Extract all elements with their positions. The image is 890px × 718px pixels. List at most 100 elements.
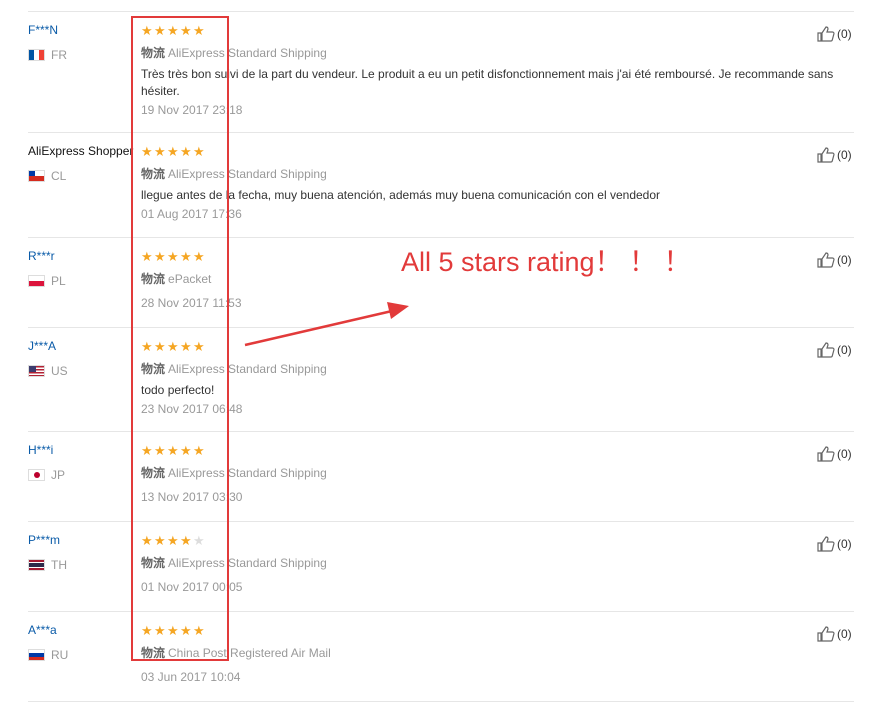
flag-pl-icon [28, 275, 45, 287]
star-filled-icon: ★ [154, 533, 166, 548]
star-filled-icon: ★ [141, 443, 153, 458]
star-filled-icon: ★ [167, 443, 179, 458]
star-filled-icon: ★ [180, 533, 192, 548]
reviewer-country: JP [28, 468, 65, 482]
reviewer-name[interactable]: F***N [28, 23, 58, 37]
shipping-name: AliExpress Standard Shipping [168, 167, 327, 181]
star-filled-icon: ★ [141, 623, 153, 638]
shipping-method: 物流 AliExpress Standard Shipping [141, 165, 327, 182]
star-filled-icon: ★ [141, 144, 153, 159]
helpful-button[interactable]: (0) [817, 252, 852, 268]
review-item: F***N FR ★ ★ ★ ★ ★ 物流 AliExpress Standard Shi… [28, 12, 854, 133]
helpful-count: (0) [837, 537, 852, 551]
star-filled-icon: ★ [167, 339, 179, 354]
star-filled-icon: ★ [141, 339, 153, 354]
review-date: 01 Aug 2017 17:36 [141, 207, 242, 221]
shipping-label: 物流 [141, 466, 166, 480]
shipping-name: China Post Registered Air Mail [168, 646, 331, 660]
review-text: Très très bon suivi de la part du vendeu… [141, 67, 834, 98]
star-filled-icon: ★ [193, 144, 205, 159]
country-code: PL [51, 274, 66, 288]
star-empty-icon: ★ [193, 533, 205, 548]
star-filled-icon: ★ [167, 249, 179, 264]
shipping-label: 物流 [141, 272, 166, 286]
shipping-name: AliExpress Standard Shipping [168, 46, 327, 60]
flag-th-icon [28, 559, 45, 571]
star-filled-icon: ★ [193, 23, 205, 38]
helpful-count: (0) [837, 343, 852, 357]
helpful-button[interactable]: (0) [817, 626, 852, 642]
star-filled-icon: ★ [193, 623, 205, 638]
helpful-button[interactable]: (0) [817, 446, 852, 462]
country-code: JP [51, 468, 66, 482]
thumbs-up-icon [817, 252, 835, 268]
reviewer-name[interactable]: J***A [28, 339, 56, 353]
reviewer-country: US [28, 364, 68, 378]
helpful-button[interactable]: (0) [817, 26, 852, 42]
review-date: 23 Nov 2017 06:48 [141, 402, 243, 416]
flag-jp-icon [28, 469, 45, 481]
review-date: 28 Nov 2017 11:53 [141, 296, 242, 310]
helpful-button[interactable]: (0) [817, 536, 852, 552]
reviewer-country: CL [28, 169, 66, 183]
flag-ru-icon [28, 649, 45, 661]
star-filled-icon: ★ [167, 623, 179, 638]
thumbs-up-icon [817, 446, 835, 462]
star-filled-icon: ★ [154, 443, 166, 458]
thumbs-up-icon [817, 342, 835, 358]
reviewer-name[interactable]: R***r [28, 249, 55, 263]
star-filled-icon: ★ [154, 623, 166, 638]
star-filled-icon: ★ [141, 533, 153, 548]
shipping-label: 物流 [141, 167, 166, 181]
helpful-count: (0) [837, 148, 852, 162]
shipping-method: 物流 AliExpress Standard Shipping [141, 464, 327, 481]
thumbs-up-icon [817, 26, 835, 42]
flag-us-icon [28, 365, 45, 377]
star-filled-icon: ★ [180, 23, 192, 38]
shipping-label: 物流 [141, 46, 166, 60]
country-code: FR [51, 48, 67, 62]
reviewer-country: TH [28, 558, 67, 572]
country-code: RU [51, 648, 69, 662]
flag-cl-icon [28, 170, 45, 182]
shipping-method: 物流 AliExpress Standard Shipping [141, 554, 327, 571]
star-filled-icon: ★ [180, 249, 192, 264]
helpful-count: (0) [837, 253, 852, 267]
shipping-label: 物流 [141, 362, 166, 376]
reviewer-country: FR [28, 48, 67, 62]
star-filled-icon: ★ [180, 443, 192, 458]
shipping-method: 物流 AliExpress Standard Shipping [141, 360, 327, 377]
thumbs-up-icon [817, 626, 835, 642]
review-date: 19 Nov 2017 23:18 [141, 103, 243, 117]
review-text: todo perfecto! [141, 383, 215, 397]
thumbs-up-icon [817, 147, 835, 163]
annotation-text: All 5 stars rating！ ！ ！ [401, 247, 691, 277]
star-filled-icon: ★ [167, 23, 179, 38]
helpful-button[interactable]: (0) [817, 147, 852, 163]
reviewer-name: AliExpress Shopper [28, 144, 134, 158]
review-date: 01 Nov 2017 00:05 [141, 580, 243, 594]
helpful-count: (0) [837, 447, 852, 461]
review-item: P***m TH ★ ★ ★ ★ ★ 物流 AliExpress Standard Shi… [28, 522, 854, 612]
helpful-count: (0) [837, 627, 852, 641]
review-item: AliExpress Shopper CL ★ ★ ★ ★ ★ 物流 AliExpress… [28, 133, 854, 238]
reviewer-name[interactable]: P***m [28, 533, 60, 547]
reviewer-name[interactable]: A***a [28, 623, 57, 637]
star-filled-icon: ★ [154, 249, 166, 264]
star-filled-icon: ★ [193, 249, 205, 264]
star-filled-icon: ★ [154, 339, 166, 354]
reviewer-name[interactable]: H***i [28, 443, 53, 457]
star-filled-icon: ★ [167, 533, 179, 548]
helpful-count: (0) [837, 27, 852, 41]
review-date: 13 Nov 2017 03:30 [141, 490, 243, 504]
review-item: H***i JP ★ ★ ★ ★ ★ 物流 AliExpress Standard Shi… [28, 432, 854, 522]
shipping-name: AliExpress Standard Shipping [168, 362, 327, 376]
helpful-button[interactable]: (0) [817, 342, 852, 358]
shipping-label: 物流 [141, 556, 166, 570]
review-item: A***a RU ★ ★ ★ ★ ★ 物流 China Post Registered A… [28, 612, 854, 702]
star-filled-icon: ★ [193, 443, 205, 458]
star-filled-icon: ★ [141, 23, 153, 38]
star-filled-icon: ★ [154, 144, 166, 159]
star-filled-icon: ★ [167, 144, 179, 159]
review-text: llegue antes de la fecha, muy buena aten… [141, 188, 661, 202]
